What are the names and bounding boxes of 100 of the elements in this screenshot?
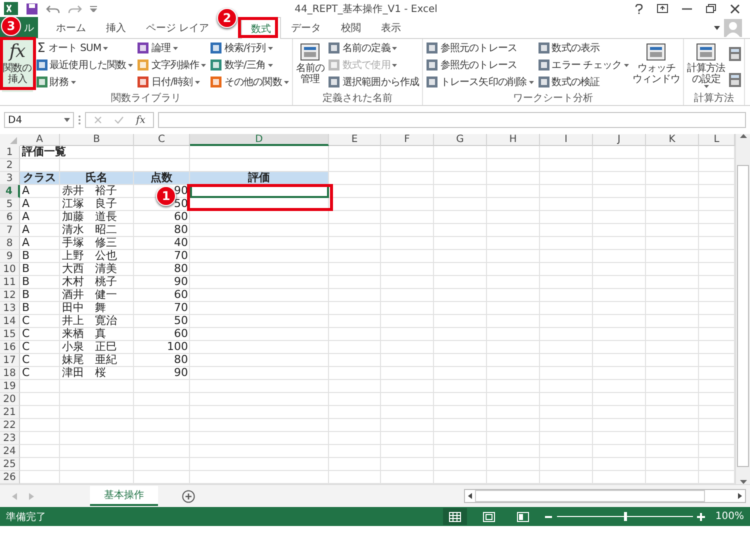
ribbon-large-button[interactable]: ウォッチ ウィンドウ (632, 40, 682, 92)
caret-icon[interactable] (528, 80, 534, 84)
caret-icon[interactable] (624, 64, 629, 66)
column-header[interactable]: K (646, 134, 699, 146)
column-header[interactable]: A (20, 134, 60, 146)
file-tab[interactable]: ル (23, 20, 35, 34)
row-header[interactable]: 11 (0, 276, 20, 289)
ribbon-button[interactable]: トレース矢印の削除 (425, 74, 535, 90)
ribbon-tab[interactable]: ホーム (46, 17, 96, 38)
row-header[interactable]: 2 (0, 159, 20, 172)
ribbon-tab[interactable]: データ (281, 17, 332, 38)
sheet-tab[interactable]: 基本操作 (90, 486, 158, 506)
row-header[interactable]: 21 (0, 406, 20, 419)
caret-icon[interactable] (268, 64, 273, 66)
caret-icon[interactable] (103, 46, 108, 50)
vertical-scrollbar[interactable] (735, 134, 750, 484)
row-header[interactable]: 1 (0, 146, 20, 159)
column-header[interactable]: E (329, 134, 381, 146)
view-button[interactable] (443, 508, 468, 525)
caret-icon[interactable] (128, 64, 134, 66)
ribbon-button[interactable]: その他の関数 (209, 74, 290, 90)
app-logo-icon[interactable] (4, 2, 18, 15)
column-header[interactable]: H (487, 134, 540, 146)
row-header[interactable]: 26 (0, 471, 20, 484)
ribbon-button[interactable]: 文字列操作 (136, 57, 208, 73)
ribbon-large-button[interactable]: 名前の 管理 (294, 40, 326, 92)
ribbon-tab[interactable]: ページ レイア (136, 17, 220, 38)
close-icon[interactable] (730, 4, 740, 14)
row-header[interactable]: 15 (0, 328, 20, 341)
ribbon-large-button[interactable]: 計算方法 の設定 (686, 40, 726, 92)
horizontal-scrollbar[interactable] (464, 489, 746, 503)
caret-icon[interactable] (392, 46, 398, 50)
row-header[interactable]: 20 (0, 393, 20, 406)
row-header[interactable]: 24 (0, 445, 20, 458)
caret-icon[interactable] (284, 80, 289, 84)
row-header[interactable]: 13 (0, 302, 20, 315)
ribbon-button[interactable]: 財務 (34, 74, 134, 90)
row-header[interactable]: 5 (0, 198, 20, 211)
ribbon-button[interactable]: 参照元のトレース (425, 40, 535, 56)
row-header[interactable]: 9 (0, 250, 20, 263)
save-icon[interactable] (26, 2, 38, 14)
caret-icon[interactable] (714, 26, 720, 30)
ribbon-display-icon[interactable] (657, 4, 668, 13)
help-icon[interactable] (635, 4, 643, 14)
customize-icon[interactable] (90, 6, 97, 12)
ribbon-button[interactable]: 日付/時刻 (136, 74, 208, 90)
zoom-thumb[interactable] (624, 512, 628, 521)
caret-icon[interactable] (201, 64, 206, 66)
row-header[interactable]: 25 (0, 458, 20, 471)
column-header[interactable]: B (60, 134, 134, 146)
insert-function-button[interactable]: fx (136, 114, 146, 126)
row-header[interactable]: 17 (0, 354, 20, 367)
caret-icon[interactable] (704, 85, 709, 88)
calculator-icon[interactable] (728, 72, 742, 88)
column-header[interactable]: G (434, 134, 487, 146)
row-header[interactable]: 19 (0, 380, 20, 393)
row-header[interactable]: 8 (0, 237, 20, 250)
caret-icon[interactable] (64, 118, 70, 122)
row-header[interactable]: 12 (0, 289, 20, 302)
caret-icon[interactable] (268, 46, 273, 50)
formula-input[interactable] (158, 112, 746, 128)
caret-icon[interactable] (194, 80, 200, 84)
caret-icon[interactable] (70, 80, 76, 84)
ribbon-button[interactable]: Σ オート SUM (34, 40, 134, 56)
ribbon-button[interactable]: 数学/三角 (209, 57, 290, 73)
ribbon-tab[interactable]: 校閲 (331, 17, 372, 38)
row-header[interactable]: 7 (0, 224, 20, 237)
restore-icon[interactable] (706, 4, 716, 13)
ribbon-button[interactable]: 選択範囲から作成 (327, 74, 420, 90)
ribbon-button[interactable]: エラー チェック (536, 57, 630, 73)
row-header[interactable]: 23 (0, 432, 20, 445)
add-sheet-icon[interactable] (182, 490, 195, 502)
column-header[interactable]: L (699, 134, 735, 146)
row-header[interactable]: 16 (0, 341, 20, 354)
row-header[interactable]: 10 (0, 263, 20, 276)
ribbon-button[interactable]: 数式の表示 (536, 40, 630, 56)
ribbon-tab[interactable]: 挿入 (96, 17, 136, 38)
row-header[interactable]: 6 (0, 211, 20, 224)
caret-icon[interactable] (172, 46, 178, 50)
row-header[interactable]: 4 (0, 185, 20, 198)
row-header[interactable]: 22 (0, 419, 20, 432)
ribbon-button[interactable]: 検索/行列 (209, 40, 290, 56)
ribbon-button[interactable]: 最近使用した関数 (34, 57, 134, 73)
name-box[interactable]: D4 (4, 112, 74, 128)
ribbon-button[interactable]: 論理 (136, 40, 208, 56)
zoom-in-icon[interactable] (697, 512, 706, 520)
zoom-slider[interactable] (545, 512, 706, 521)
row-header[interactable]: 14 (0, 315, 20, 328)
scroll-up-icon[interactable] (740, 134, 746, 138)
column-header[interactable]: D (190, 134, 329, 146)
ribbon-tab[interactable]: 表示 (371, 17, 412, 38)
column-header[interactable]: F (381, 134, 434, 146)
row-header[interactable]: 18 (0, 367, 20, 380)
calculator-icon[interactable] (728, 46, 742, 62)
selected-cell[interactable] (190, 184, 329, 198)
undo-icon[interactable] (46, 4, 60, 14)
column-header[interactable]: J (593, 134, 646, 146)
ribbon-large-button[interactable]: fx 関数の 挿入 (2, 40, 32, 92)
column-header[interactable]: C (134, 134, 190, 146)
row-header[interactable]: 3 (0, 172, 20, 185)
